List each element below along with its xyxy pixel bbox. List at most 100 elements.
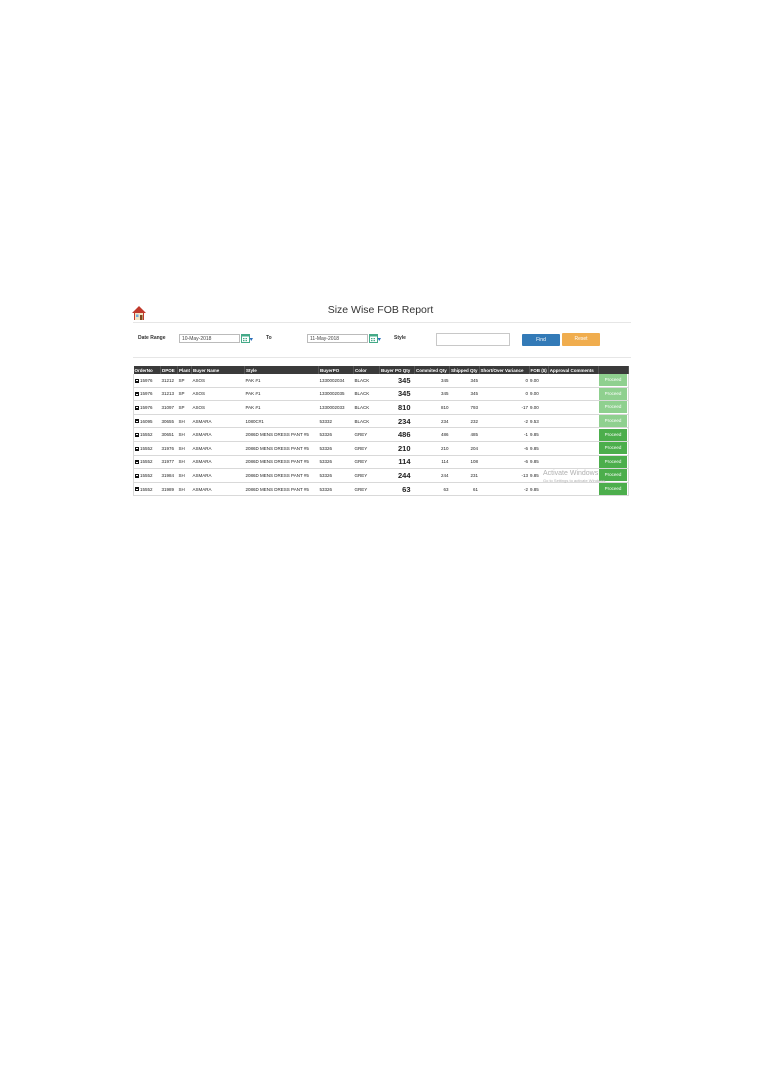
page-title: Size Wise FOB Report: [327, 304, 434, 316]
windows-activation-watermark: Activate Windows Go to Settings to activ…: [543, 470, 643, 483]
table-header-row: OrderNo DPOE Plant Buyer Name Style BuyerPO Co…: [133, 366, 629, 374]
fob-cell: 9.85: [529, 455, 549, 470]
color-cell: GREY: [353, 427, 380, 442]
buyer-po-cell: 1330002034: [318, 374, 354, 388]
buyer-po-qty-cell: 810: [379, 400, 415, 415]
color-cell: BLACK: [353, 414, 380, 429]
column-header[interactable]: Plant: [177, 366, 193, 374]
column-header[interactable]: [598, 366, 629, 374]
status-cell: Proceed: [598, 400, 629, 415]
table-row: 15976 31212 SP ASOS PAK #1 1330002034 BLACK 345…: [133, 374, 629, 388]
shipped-qty-cell: 231: [449, 468, 480, 483]
proceed-button[interactable]: Proceed: [599, 387, 627, 400]
committed-qty-cell: 114: [414, 455, 450, 470]
approval-comments-cell: [548, 482, 599, 497]
proceed-button[interactable]: Proceed: [599, 401, 627, 414]
column-header[interactable]: Shipped Qty: [449, 366, 480, 374]
date-range-label: Date Range: [138, 335, 166, 341]
status-cell: Proceed: [598, 427, 629, 442]
report-page: Size Wise FOB Report Date Range 10-May-2…: [0, 0, 761, 1075]
column-header[interactable]: OrderNo: [133, 366, 161, 374]
calendar-icon[interactable]: [241, 334, 253, 343]
order-no-text: 15976: [140, 377, 153, 383]
buyer-po-cell: 1330002033: [318, 400, 354, 415]
buyer-po-qty-cell: 63: [379, 482, 415, 497]
dpoe-cell: 30655: [160, 414, 178, 429]
shipped-qty-cell: 793: [449, 400, 480, 415]
column-header[interactable]: DPOE: [160, 366, 178, 374]
watermark-title: Activate Windows: [543, 470, 599, 477]
dpoe-cell: 31989: [160, 482, 178, 497]
order-no-text: 15552: [140, 459, 153, 465]
buyer-name-cell: ASOS: [191, 400, 245, 415]
find-button[interactable]: Find: [522, 334, 560, 346]
column-header[interactable]: Buyer PO Qty: [379, 366, 416, 374]
proceed-button[interactable]: Proceed: [599, 415, 627, 427]
order-no-cell: 15552: [133, 427, 161, 442]
proceed-button[interactable]: Proceed: [599, 455, 627, 468]
style-cell: PAK #1: [244, 400, 319, 415]
buyer-name-cell: ASOS: [191, 374, 245, 388]
shipped-qty-cell: 204: [449, 441, 480, 456]
expand-icon[interactable]: [135, 405, 139, 410]
style-input[interactable]: [436, 333, 510, 346]
column-header[interactable]: FOB ($): [529, 366, 549, 374]
expand-icon[interactable]: [135, 446, 139, 451]
proceed-button[interactable]: Proceed: [599, 374, 627, 387]
buyer-po-cell: 53326: [318, 482, 354, 497]
order-no-cell: 15552: [133, 482, 161, 497]
to-label: To: [266, 335, 272, 341]
approval-comments-cell: [548, 414, 599, 429]
column-header[interactable]: BuyerPO: [318, 366, 355, 374]
column-header[interactable]: Approval Comments: [548, 366, 599, 374]
from-date-input[interactable]: 10-May-2018: [179, 334, 240, 343]
variance-cell: -13: [479, 468, 530, 483]
plant-cell: SH: [177, 441, 192, 456]
shipped-qty-cell: 232: [449, 414, 480, 429]
proceed-button[interactable]: Proceed: [599, 442, 627, 455]
expand-icon[interactable]: [135, 392, 139, 397]
buyer-name-cell: ASMARA: [191, 455, 245, 470]
plant-cell: SP: [177, 374, 192, 388]
status-cell: Proceed: [598, 374, 629, 388]
proceed-button[interactable]: Proceed: [599, 483, 627, 495]
column-header[interactable]: Buyer Name: [191, 366, 246, 374]
dpoe-cell: 31984: [160, 468, 178, 483]
to-date-input[interactable]: 11-May-2018: [307, 334, 368, 343]
calendar-icon[interactable]: [369, 334, 381, 343]
proceed-button[interactable]: Proceed: [599, 428, 627, 441]
column-header[interactable]: Color: [353, 366, 381, 374]
table-row: 16095 30655 SH ASMARA 1080C#1 53332 BLACK 234 23…: [133, 414, 629, 429]
column-header[interactable]: Short/Over Variance: [479, 366, 530, 374]
color-cell: BLACK: [353, 387, 380, 402]
variance-cell: -1: [479, 427, 530, 442]
buyer-name-cell: ASMARA: [191, 468, 245, 483]
approval-comments-cell: [548, 400, 599, 415]
expand-icon[interactable]: [135, 432, 139, 437]
expand-icon[interactable]: [135, 419, 139, 424]
plant-cell: SH: [177, 468, 192, 483]
status-cell: Proceed: [598, 482, 629, 497]
reset-button[interactable]: Reset: [562, 333, 600, 346]
expand-icon[interactable]: [135, 460, 139, 465]
committed-qty-cell: 210: [414, 441, 450, 456]
style-label: Style: [394, 335, 406, 341]
column-header[interactable]: Style: [244, 366, 320, 374]
dpoe-cell: 31213: [160, 387, 178, 402]
column-header[interactable]: Commited Qty: [414, 366, 451, 374]
style-cell: 2086D MENS DRESS PANT #5: [244, 468, 319, 483]
style-cell: 2086D MENS DRESS PANT #5: [244, 427, 319, 442]
expand-icon[interactable]: [135, 378, 139, 383]
committed-qty-cell: 63: [414, 482, 450, 497]
variance-cell: -6: [479, 455, 530, 470]
color-cell: GREY: [353, 441, 380, 456]
style-cell: 2086D MENS DRESS PANT #5: [244, 441, 319, 456]
variance-cell: 0: [479, 387, 530, 402]
expand-icon[interactable]: [135, 473, 139, 478]
committed-qty-cell: 810: [414, 400, 450, 415]
filter-panel: Date Range 10-May-2018 To 11-May-2018 St…: [133, 322, 631, 358]
table-row: 15552 31977 SH ASMARA 2086D MENS DRESS PANT …: [133, 455, 629, 470]
expand-icon[interactable]: [135, 487, 139, 492]
fob-cell: 9.00: [529, 387, 549, 402]
committed-qty-cell: 244: [414, 468, 450, 483]
